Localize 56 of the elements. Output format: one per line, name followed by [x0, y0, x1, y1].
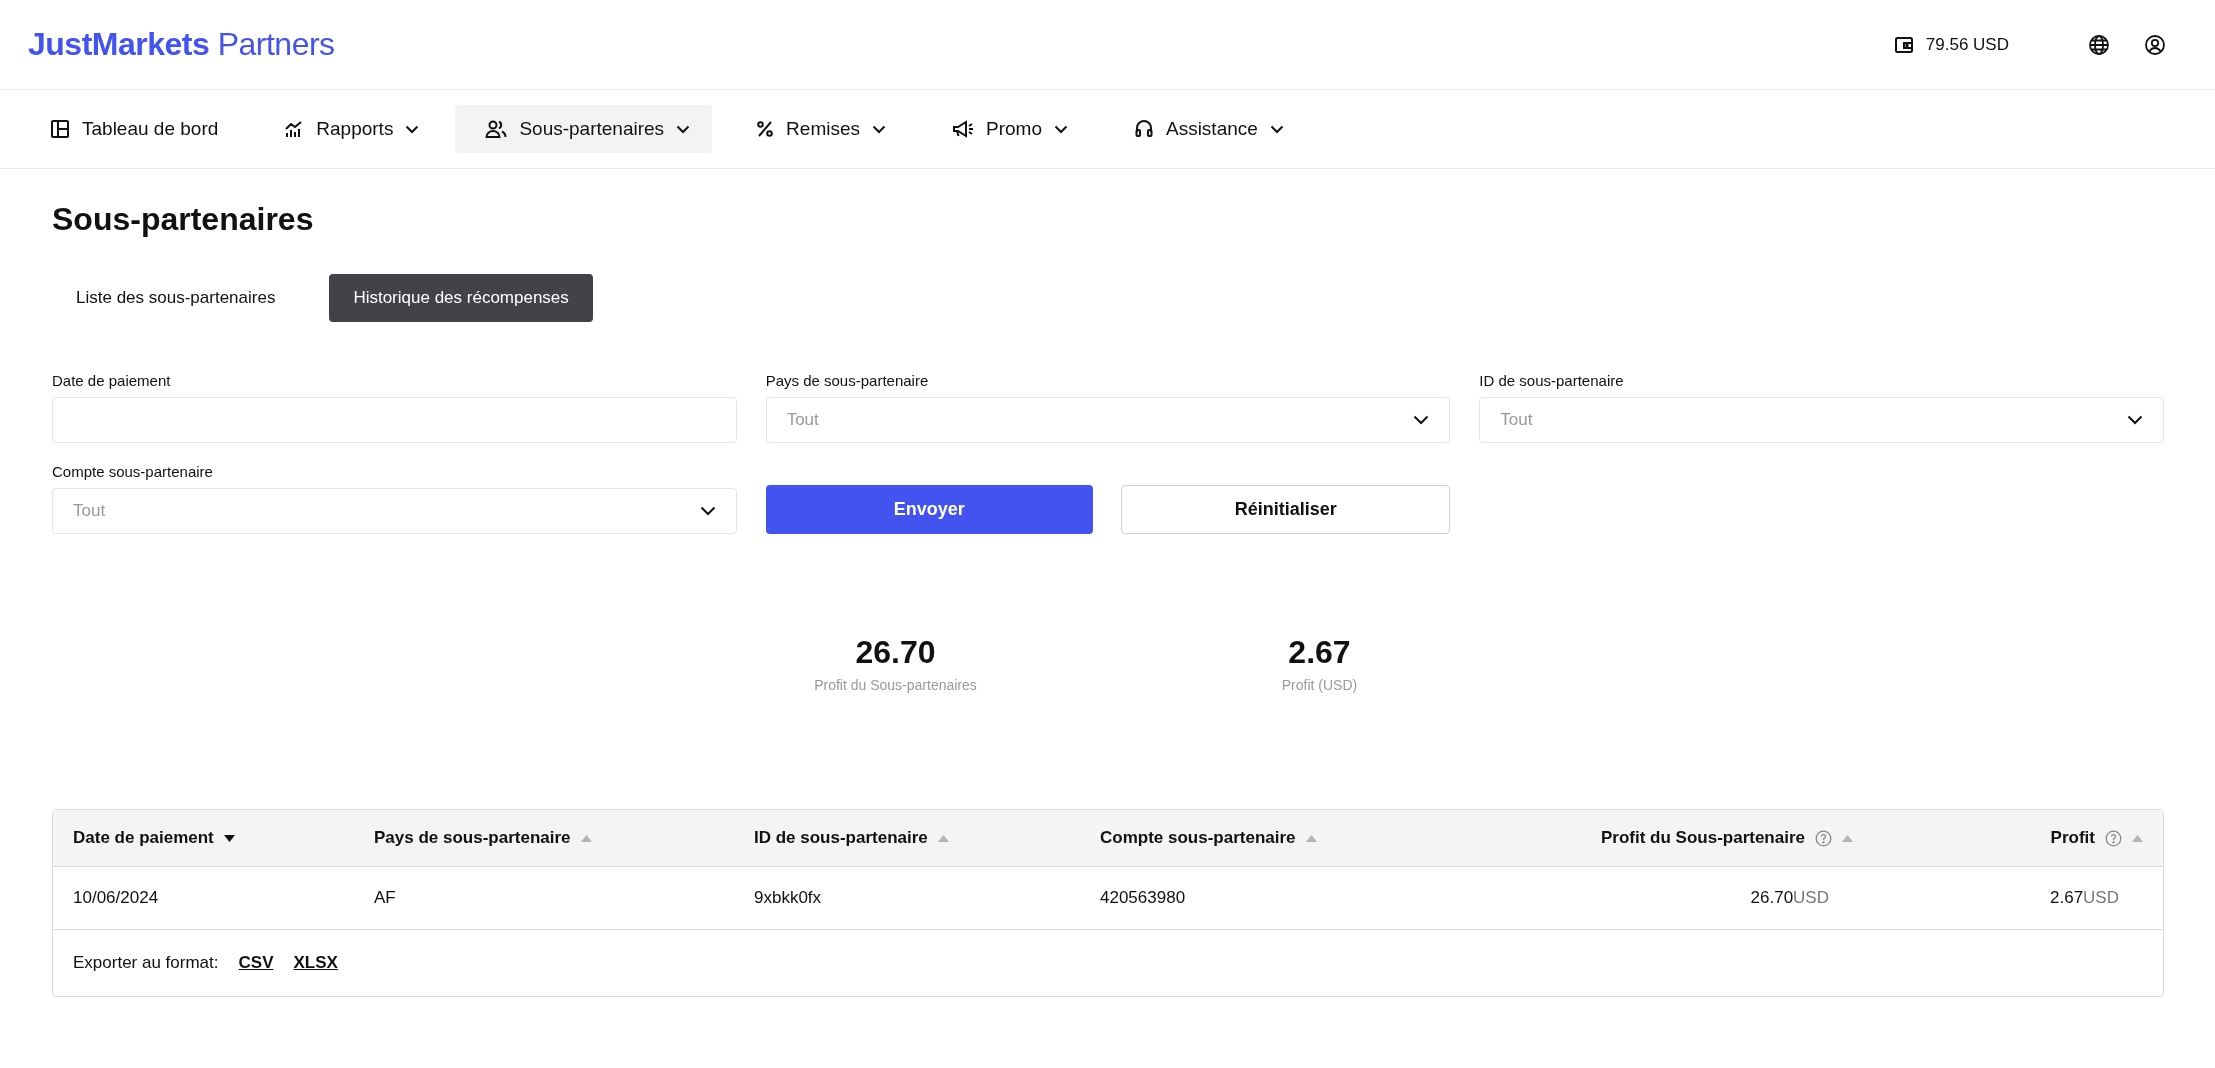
chevron-down-icon [1413, 415, 1430, 425]
page-title: Sous-partenaires [52, 200, 315, 238]
help-icon[interactable] [1815, 829, 1832, 847]
table-cell: 2.67USD [2050, 888, 2119, 907]
submit-button[interactable]: Envoyer [765, 485, 1093, 534]
table-cell: AF [374, 888, 396, 907]
nav-item[interactable]: Remises [726, 105, 908, 153]
nav-item[interactable]: Assistance [1103, 105, 1306, 153]
tab[interactable]: Historique des récompenses [329, 274, 593, 322]
filter-label: Pays de sous-partenaire [765, 372, 930, 389]
sort-icon[interactable] [1842, 834, 1853, 842]
table-cell: 9xbkk0fx [754, 888, 822, 907]
help-icon[interactable] [2105, 829, 2122, 847]
sort-descending-icon[interactable] [223, 834, 235, 842]
layout-icon [50, 119, 70, 139]
nav-item[interactable]: Rapports [254, 105, 442, 153]
balance-amount: 79.56 USD [1925, 34, 2009, 55]
nav-item[interactable]: Sous-partenaires [455, 105, 713, 153]
sort-icon[interactable] [1305, 834, 1317, 842]
reset-button[interactable]: Réinitialiser [1121, 485, 1451, 534]
chevron-down-icon [2127, 415, 2143, 425]
column-header[interactable]: Pays de sous-partenaire [374, 828, 571, 848]
column-header[interactable]: Profit du Sous-partenaire [1600, 828, 1805, 848]
stat-label: Profit du Sous-partenaires [814, 677, 977, 693]
export-link[interactable]: XLSX [293, 953, 338, 973]
megaphone-icon [952, 120, 974, 138]
date-field[interactable] [52, 397, 737, 443]
stat-value: 2.67 [1288, 634, 1351, 671]
column-header[interactable]: Compte sous-partenaire [1100, 828, 1296, 848]
nav-item[interactable]: Tableau de bord [20, 105, 241, 153]
wallet-icon [1893, 34, 1914, 55]
table-cell: 10/06/2024 [73, 888, 159, 907]
chevron-down-icon [699, 506, 716, 516]
headset-icon [1133, 119, 1154, 139]
globe-icon[interactable] [2087, 32, 2111, 57]
filter-label: ID de sous-partenaire [1479, 372, 1625, 389]
filter-label: Compte sous-partenaire [52, 463, 214, 480]
table-cell: 420563980 [1100, 888, 1186, 907]
sort-icon[interactable] [580, 834, 592, 842]
users-icon [485, 119, 508, 139]
filter-label: Date de paiement [52, 372, 172, 389]
stat-label: Profit (USD) [1281, 677, 1358, 693]
column-header[interactable]: Date de paiement [73, 828, 214, 848]
table-cell: 26.70USD [1750, 888, 1829, 907]
column-header[interactable]: Profit [2050, 828, 2095, 848]
tab[interactable]: Liste des sous-partenaires [52, 274, 300, 322]
stat-value: 26.70 [855, 634, 936, 671]
export-link[interactable]: CSV [238, 953, 274, 973]
sort-icon[interactable] [2132, 834, 2143, 842]
column-header[interactable]: ID de sous-partenaire [754, 828, 928, 848]
sort-icon[interactable] [937, 834, 949, 842]
user-icon[interactable] [2143, 32, 2167, 57]
percent-icon [756, 120, 775, 138]
export-label: Exporter au format: [73, 953, 219, 973]
logo[interactable]: JustMarkets Partners [28, 26, 335, 63]
nav-item[interactable]: Promo [922, 105, 1090, 153]
